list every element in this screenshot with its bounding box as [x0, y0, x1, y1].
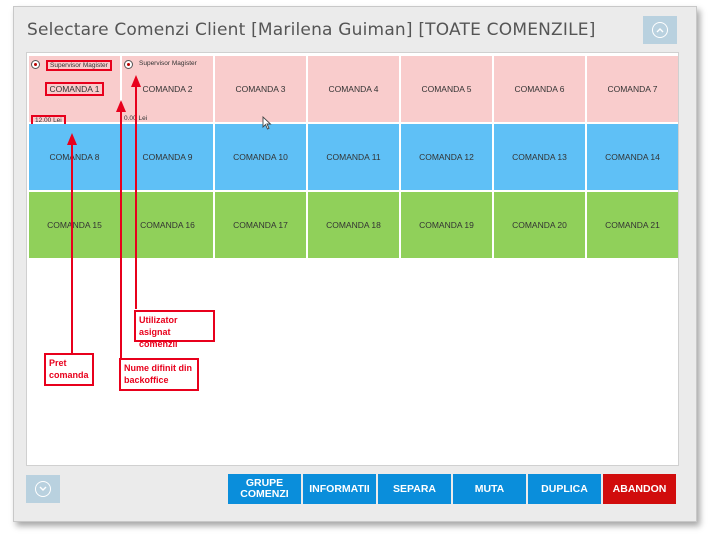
orders-panel: Supervisor Magister COMANDA 1 12.00 Lei … — [26, 52, 679, 466]
scroll-down-button[interactable] — [26, 475, 60, 503]
annotation-name-defined: Nume difinit din backoffice — [119, 358, 199, 391]
muta-button[interactable]: MUTA — [453, 474, 526, 504]
chevron-down-circle-icon — [35, 481, 51, 497]
duplica-button[interactable]: DUPLICA — [528, 474, 601, 504]
abandon-button[interactable]: ABANDON — [603, 474, 676, 504]
order-selection-window: Selectare Comenzi Client [Marilena Guima… — [13, 6, 697, 522]
annotation-user-assigned: Utilizator asignat comenzii — [134, 310, 215, 349]
annotation-price: Pret comanda — [44, 353, 94, 386]
scroll-up-button[interactable] — [643, 16, 677, 44]
grupe-comenzi-button[interactable]: GRUPE COMENZI — [228, 474, 301, 504]
chevron-up-circle-icon — [652, 22, 668, 38]
informatii-button[interactable]: INFORMATII — [303, 474, 376, 504]
window-title: Selectare Comenzi Client [Marilena Guima… — [27, 20, 596, 40]
annotation-arrows — [67, 75, 141, 379]
footer-action-bar: GRUPE COMENZI INFORMATII SEPARA MUTA DUP… — [228, 474, 676, 504]
separa-button[interactable]: SEPARA — [378, 474, 451, 504]
